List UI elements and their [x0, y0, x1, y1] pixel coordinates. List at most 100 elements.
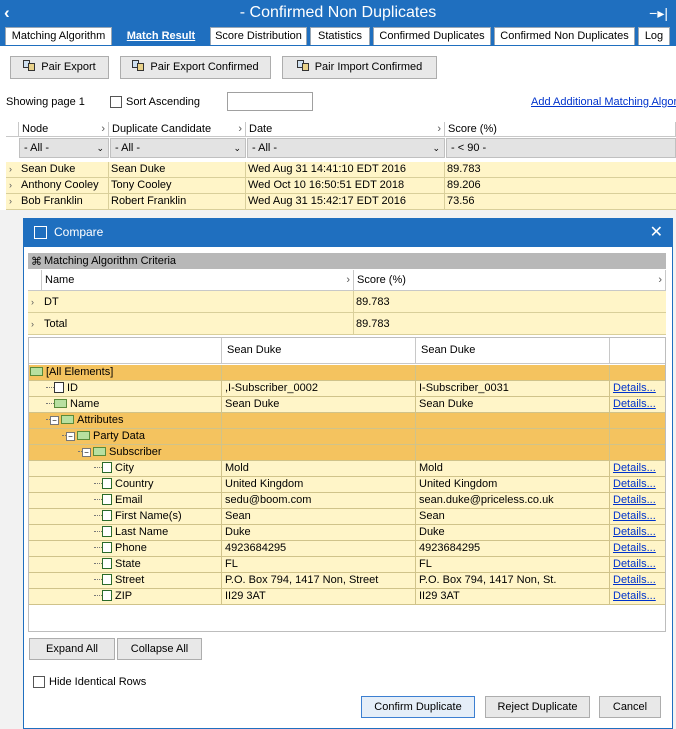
chevron-right-icon: › — [101, 123, 105, 135]
tree-group-row[interactable]: − Subscriber — [29, 445, 665, 461]
cell-candidate: Sean Duke — [109, 162, 246, 178]
filter-candidate[interactable]: - All - ⌄ — [110, 138, 246, 158]
expand-all-button[interactable]: Expand All — [29, 638, 115, 660]
details-link[interactable]: Details... — [613, 558, 656, 570]
filter-node[interactable]: - All - ⌄ — [19, 138, 109, 158]
filter-date[interactable]: - All - ⌄ — [247, 138, 445, 158]
tab-statistics[interactable]: Statistics — [310, 27, 370, 46]
details-link[interactable]: Details... — [613, 590, 656, 602]
header-label: Score (%) — [448, 123, 497, 135]
criteria-row[interactable]: › DT 89.783 — [28, 291, 666, 313]
tree-value-b: Sean Duke — [416, 397, 610, 413]
tree-connector — [94, 531, 102, 532]
cell-date: Wed Oct 10 16:50:51 EDT 2018 — [246, 178, 445, 194]
chevron-right-icon: › — [346, 274, 350, 286]
tree-label: City — [115, 462, 134, 474]
table-row[interactable]: › Bob Franklin Robert Franklin Wed Aug 3… — [6, 194, 676, 210]
pair-export-confirmed-button[interactable]: Pair Export Confirmed — [120, 56, 271, 79]
cell-node: Sean Duke — [19, 162, 109, 178]
reject-duplicate-button[interactable]: Reject Duplicate — [485, 696, 590, 718]
grid-corner — [6, 122, 19, 137]
tree-leaf-row[interactable]: Street P.O. Box 794, 1417 Non, Street P.O.… — [29, 573, 665, 589]
tree-leaf-row[interactable]: State FL FL Details... — [29, 557, 665, 573]
compare-tree[interactable]: Sean Duke Sean Duke [All Elements] ID ,I-S… — [28, 337, 666, 632]
details-link[interactable]: Details... — [613, 494, 656, 506]
tree-leaf-row[interactable]: First Name(s) Sean Sean Details... — [29, 509, 665, 525]
tab-match-result[interactable]: Match Result — [115, 27, 207, 46]
tree-group-row[interactable]: [All Elements] — [29, 365, 665, 381]
add-matching-algorithm-link[interactable]: Add Additional Matching Algorithm — [531, 96, 676, 108]
tree-label-cell: ZIP — [29, 589, 222, 605]
tab-score-distribution[interactable]: Score Distribution — [210, 27, 307, 46]
cell-candidate: Tony Cooley — [109, 178, 246, 194]
details-cell: Details... — [610, 461, 665, 477]
criteria-header-name[interactable]: Name › — [42, 270, 354, 291]
document-icon — [54, 382, 64, 393]
row-expand-icon[interactable]: › — [9, 162, 12, 177]
details-link[interactable]: Details... — [613, 574, 656, 586]
header-label: Name — [45, 274, 75, 286]
details-link[interactable]: Details... — [613, 478, 656, 490]
details-link[interactable]: Details... — [613, 542, 656, 554]
tree-leaf-row[interactable]: Country United Kingdom United Kingdom Detai… — [29, 477, 665, 493]
tab-confirmed-non-duplicates[interactable]: Confirmed Non Duplicates — [494, 27, 635, 46]
tree-value-b — [416, 365, 610, 381]
tab-matching-algorithm[interactable]: Matching Algorithm — [5, 27, 112, 46]
hide-identical-checkbox[interactable] — [33, 676, 45, 688]
collapse-toggle-icon[interactable]: − — [66, 432, 75, 441]
tree-leaf-row[interactable]: ZIP II29 3AT II29 3AT Details... — [29, 589, 665, 605]
pair-import-confirmed-button[interactable]: Pair Import Confirmed — [282, 56, 437, 79]
criteria-header-score[interactable]: Score (%) › — [354, 270, 666, 291]
grid-header-date[interactable]: Date › — [246, 122, 445, 137]
tree-connector — [94, 547, 102, 548]
collapse-toggle-icon[interactable]: − — [82, 448, 91, 457]
attribute-icon — [102, 590, 112, 601]
criteria-score: 89.783 — [356, 296, 390, 308]
page-search-input[interactable] — [227, 92, 313, 111]
tab-log[interactable]: Log — [638, 27, 670, 46]
details-link[interactable]: Details... — [613, 398, 656, 410]
criteria-row[interactable]: › Total 89.783 — [28, 313, 666, 335]
row-expand-icon[interactable]: › — [31, 291, 34, 313]
row-expand-icon[interactable]: › — [9, 194, 12, 209]
tree-leaf-row[interactable]: Last Name Duke Duke Details... — [29, 525, 665, 541]
tree-connector — [94, 563, 102, 564]
details-link[interactable]: Details... — [613, 526, 656, 538]
chevron-right-icon: › — [437, 123, 441, 135]
tree-label-cell: Country — [29, 477, 222, 493]
tree-leaf-row[interactable]: Phone 4923684295 4923684295 Details... — [29, 541, 665, 557]
tree-value-b: Sean — [416, 509, 610, 525]
tree-leaf-row[interactable]: ID ,I-Subscriber_0002 I-Subscriber_0031 Det… — [29, 381, 665, 397]
tree-group-row[interactable]: − Attributes — [29, 413, 665, 429]
grid-header-candidate[interactable]: Duplicate Candidate › — [109, 122, 246, 137]
pin-icon[interactable]: −▸| — [649, 3, 668, 23]
pair-export-button[interactable]: Pair Export — [10, 56, 109, 79]
attribute-icon — [102, 574, 112, 585]
tab-confirmed-duplicates[interactable]: Confirmed Duplicates — [373, 27, 491, 46]
tree-leaf-row[interactable]: Name Sean Duke Sean Duke Details... — [29, 397, 665, 413]
tree-leaf-row[interactable]: City Mold Mold Details... — [29, 461, 665, 477]
filter-score[interactable]: - < 90 - — [446, 138, 676, 158]
row-expand-icon[interactable]: › — [9, 178, 12, 193]
tree-value-a: Mold — [222, 461, 416, 477]
tree-group-row[interactable]: − Party Data — [29, 429, 665, 445]
collapse-all-button[interactable]: Collapse All — [117, 638, 202, 660]
tree-leaf-row[interactable]: Email sedu@boom.com sean.duke@priceless.co… — [29, 493, 665, 509]
grid-header-node[interactable]: Node › — [19, 122, 109, 137]
confirm-duplicate-button[interactable]: Confirm Duplicate — [361, 696, 475, 718]
tree-value-b — [416, 413, 610, 429]
cancel-button[interactable]: Cancel — [599, 696, 661, 718]
close-icon[interactable]: ✕ — [650, 222, 663, 242]
details-link[interactable]: Details... — [613, 510, 656, 522]
details-link[interactable]: Details... — [613, 462, 656, 474]
tree-value-a: sedu@boom.com — [222, 493, 416, 509]
details-link[interactable]: Details... — [613, 382, 656, 394]
tree-label: Country — [115, 478, 154, 490]
table-row[interactable]: › Anthony Cooley Tony Cooley Wed Oct 10 … — [6, 178, 676, 194]
collapse-toggle-icon[interactable]: − — [50, 416, 59, 425]
row-expand-icon[interactable]: › — [31, 313, 34, 335]
sort-ascending-checkbox[interactable] — [110, 96, 122, 108]
table-row[interactable]: › Sean Duke Sean Duke Wed Aug 31 14:41:1… — [6, 162, 676, 178]
tree-label-cell: Street — [29, 573, 222, 589]
grid-header-score[interactable]: Score (%) — [445, 122, 676, 137]
